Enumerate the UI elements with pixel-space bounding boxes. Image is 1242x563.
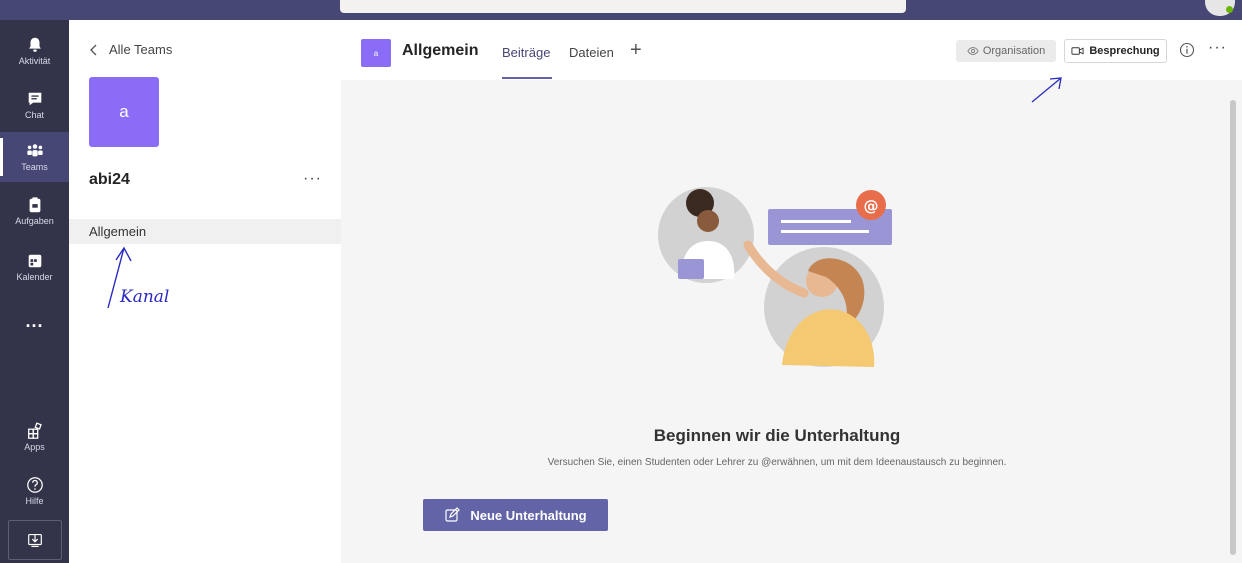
eye-icon [967, 47, 979, 55]
teams-icon [26, 144, 43, 157]
rail-label: Hilfe [25, 496, 44, 506]
title-bar [0, 0, 1242, 20]
rail-label: Aktivität [18, 56, 51, 66]
all-teams-link[interactable]: Alle Teams [89, 42, 172, 57]
rail-label: Apps [24, 442, 45, 452]
add-tab-button[interactable]: + [630, 39, 642, 62]
more-options-button[interactable]: ··· [1208, 39, 1227, 57]
channel-item-allgemein[interactable]: Allgemein [69, 219, 341, 244]
rail-item-assignments[interactable]: Aufgaben [0, 186, 69, 236]
compose-icon [445, 507, 461, 522]
rail-item-help[interactable]: Hilfe [0, 466, 69, 516]
channel-label: Allgemein [89, 224, 147, 239]
more-icon: ... [25, 310, 44, 331]
team-panel: Alle Teams a abi24 ··· Allgemein Kanal [69, 20, 341, 563]
conversation-illustration: @ [658, 187, 892, 367]
rail-label: Kalender [16, 272, 53, 282]
calendar-icon [28, 254, 41, 268]
team-more-button[interactable]: ··· [303, 170, 322, 188]
app-rail: Aktivität Chat Teams Aufgaben Kalender .… [0, 20, 69, 563]
empty-state-subtitle: Versuchen Sie, einen Studenten oder Lehr… [547, 457, 1007, 468]
rail-more-button[interactable]: ... [0, 296, 69, 346]
tab-dateien[interactable]: Dateien [569, 45, 614, 60]
new-conversation-label: Neue Unterhaltung [470, 507, 587, 523]
channel-avatar: a [361, 39, 391, 67]
organisation-button[interactable]: Organisation [956, 40, 1056, 62]
all-teams-label: Alle Teams [109, 42, 173, 57]
empty-state-title: Beginnen wir die Unterhaltung [653, 426, 901, 445]
bell-icon [28, 37, 41, 52]
presence-indicator [1226, 6, 1233, 13]
info-icon[interactable] [1179, 42, 1195, 58]
channel-header: a Allgemein Beiträge Dateien + Organisat… [341, 20, 1242, 80]
channel-avatar-letter: a [373, 48, 379, 58]
meet-label: Besprechung [1089, 45, 1160, 57]
tab-beitraege[interactable]: Beiträge [502, 45, 550, 60]
annotation-arrow-meet [1031, 77, 1062, 103]
chat-icon [28, 92, 41, 106]
channel-main: a Allgemein Beiträge Dateien + Organisat… [341, 20, 1242, 563]
rail-item-chat[interactable]: Chat [0, 80, 69, 130]
rail-item-apps[interactable]: Apps [0, 412, 69, 462]
download-icon [28, 534, 42, 548]
apps-icon [27, 422, 42, 439]
organisation-label: Organisation [982, 45, 1046, 57]
new-conversation-button[interactable]: Neue Unterhaltung [423, 499, 608, 531]
rail-label: Teams [21, 162, 48, 172]
team-name: abi24 [89, 171, 130, 188]
video-camera-icon [1071, 47, 1084, 55]
rail-label: Chat [24, 110, 44, 120]
rail-item-teams[interactable]: Teams [0, 132, 69, 182]
help-icon [26, 477, 43, 493]
rail-item-calendar[interactable]: Kalender [0, 242, 69, 292]
meet-button[interactable]: Besprechung [1064, 39, 1167, 63]
annotation-kanal: Kanal [120, 287, 170, 307]
channel-title: Allgemein [402, 42, 479, 59]
team-avatar-letter: a [119, 102, 129, 121]
team-avatar: a [89, 77, 159, 147]
rail-item-activity[interactable]: Aktivität [0, 26, 69, 76]
svg-text:@: @ [864, 197, 879, 215]
download-app-button[interactable] [8, 520, 62, 560]
active-tab-underline [502, 77, 552, 79]
scrollbar[interactable] [1230, 100, 1236, 555]
chevron-left-icon [90, 44, 97, 55]
rail-label: Aufgaben [15, 216, 54, 226]
search-box[interactable] [340, 0, 906, 13]
assignments-icon [29, 197, 40, 213]
